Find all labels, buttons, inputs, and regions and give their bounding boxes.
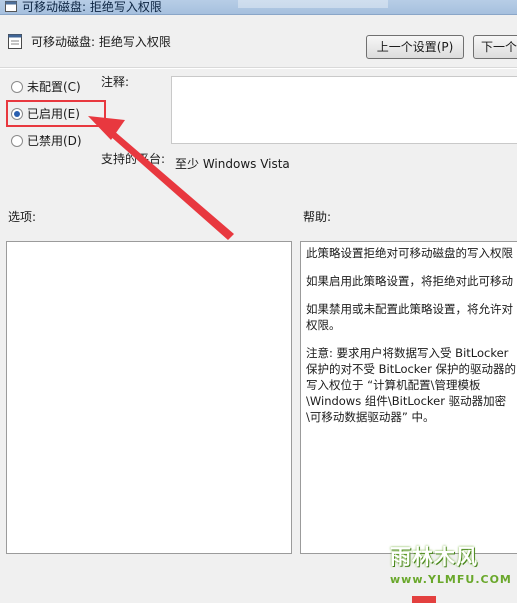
options-label: 选项: [8, 210, 37, 224]
help-pane[interactable]: 此策略设置拒绝对可移动磁盘的写入权限 如果启用此策略设置，将拒绝对此可移动 如果… [300, 241, 517, 554]
radio-not-configured-label: 未配置(C) [27, 80, 81, 94]
comment-field[interactable] [171, 76, 517, 144]
watermark-title: 雨林木风 [390, 545, 478, 569]
comment-label: 注释: [101, 75, 130, 89]
watermark-logo: 雨林木风 www.YLMFU.COM [376, 537, 517, 603]
radio-disabled-circle[interactable] [11, 134, 23, 147]
previous-setting-button[interactable]: 上一个设置(P) [366, 35, 464, 59]
help-label: 帮助: [303, 210, 332, 224]
policy-icon [5, 1, 17, 12]
window-title-bar: 可移动磁盘: 拒绝写入权限 [0, 0, 517, 15]
policy-title: 可移动磁盘: 拒绝写入权限 [31, 35, 171, 49]
supported-on-value: 至少 Windows Vista [175, 157, 290, 171]
window-title: 可移动磁盘: 拒绝写入权限 [22, 0, 162, 14]
help-paragraph-4: 注意: 要求用户将数据写入受 BitLocker 保护的对不受 BitLocke… [306, 346, 517, 424]
help-paragraph-1: 此策略设置拒绝对可移动磁盘的写入权限 [306, 246, 513, 260]
supported-on-label: 支持的平台: [101, 152, 166, 166]
header-separator [0, 67, 517, 69]
title-glass [238, 0, 388, 8]
corner-mark [412, 596, 436, 603]
options-pane[interactable] [6, 241, 292, 554]
policy-setting-icon [8, 34, 22, 49]
radio-not-configured[interactable]: 未配置(C) [11, 78, 81, 94]
help-paragraph-3: 如果禁用或未配置此策略设置，将允许对权限。 [306, 302, 513, 332]
radio-disabled-label: 已禁用(D) [27, 134, 82, 148]
next-setting-button[interactable]: 下一个 [473, 35, 517, 59]
radio-not-configured-circle[interactable] [11, 80, 23, 93]
enabled-highlight-box [6, 100, 106, 127]
watermark-url: www.YLMFU.COM [390, 573, 512, 586]
radio-disabled[interactable]: 已禁用(D) [11, 132, 82, 148]
help-paragraph-2: 如果启用此策略设置，将拒绝对此可移动 [306, 274, 513, 288]
